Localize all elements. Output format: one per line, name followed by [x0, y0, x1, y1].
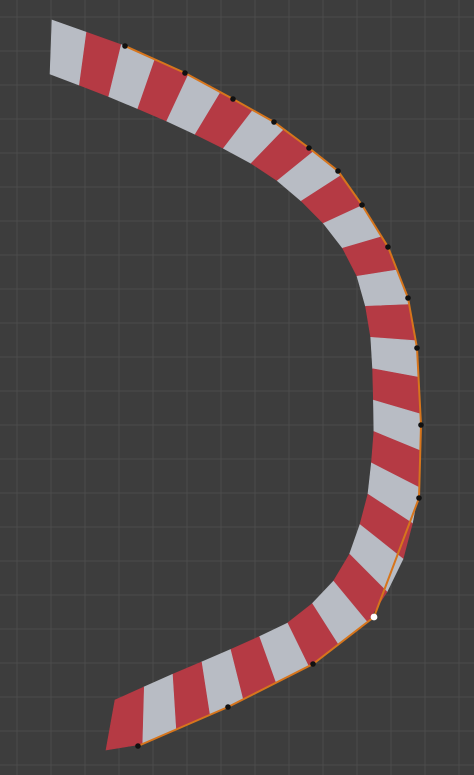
- control-point[interactable]: [405, 295, 411, 301]
- control-point[interactable]: [225, 704, 231, 710]
- control-point[interactable]: [359, 202, 365, 208]
- road-stripe: [356, 269, 410, 307]
- control-point[interactable]: [122, 43, 128, 49]
- control-point[interactable]: [306, 145, 312, 151]
- striped-road-mesh[interactable]: [49, 19, 421, 751]
- control-point[interactable]: [182, 70, 188, 76]
- control-point[interactable]: [418, 422, 424, 428]
- control-point[interactable]: [416, 495, 422, 501]
- control-point[interactable]: [385, 244, 391, 250]
- active-control-point[interactable]: [370, 613, 378, 621]
- road-stripe: [141, 673, 177, 745]
- viewport-canvas[interactable]: [0, 0, 474, 775]
- control-point[interactable]: [335, 168, 341, 174]
- 3d-viewport[interactable]: [0, 0, 474, 775]
- control-point[interactable]: [310, 661, 316, 667]
- control-point[interactable]: [414, 345, 420, 351]
- control-point[interactable]: [271, 119, 277, 125]
- control-point[interactable]: [135, 743, 141, 749]
- control-point[interactable]: [230, 96, 236, 102]
- road-stripe: [365, 304, 417, 342]
